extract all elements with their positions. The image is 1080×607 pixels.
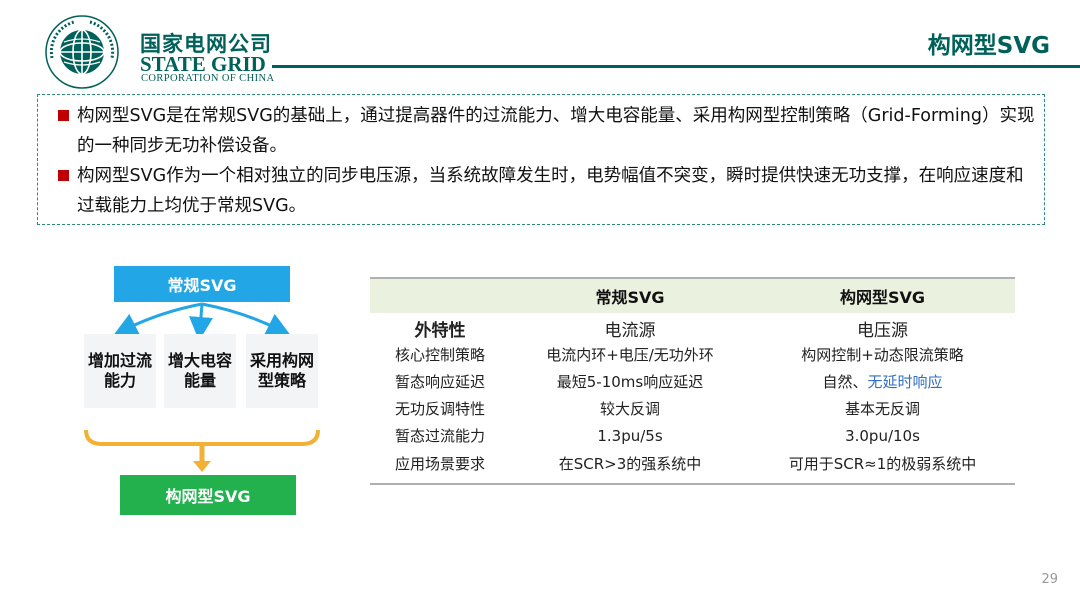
grid-forming-strategy-box: 采用构网型策略 — [246, 334, 318, 408]
bullet-item: 构网型SVG作为一个相对独立的同步电压源，当系统故障发生时，电势幅值不突变，瞬时… — [58, 161, 1038, 221]
table-row: 暂态过流能力 1.3pu/5s 3.0pu/10s — [370, 422, 1015, 449]
cell-text: 自然、 — [822, 373, 868, 391]
increase-capacitor-box: 增大电容能量 — [164, 334, 236, 408]
row-label: 暂态过流能力 — [394, 427, 485, 445]
page-title: 构网型SVG — [927, 33, 1050, 59]
bullet-item: 构网型SVG是在常规SVG的基础上，通过提高器件的过流能力、增大电容能量、采用构… — [58, 101, 1038, 161]
cell-grid-forming: 自然、无延时响应 — [750, 368, 1015, 395]
cell-conventional: 最短5-10ms响应延迟 — [556, 373, 704, 391]
brand-subtitle: CORPORATION OF CHINA — [141, 73, 275, 84]
cell-grid-forming: 构网控制+动态限流策略 — [801, 346, 964, 364]
row-label: 无功反调特性 — [394, 400, 485, 418]
bullet-text: 构网型SVG作为一个相对独立的同步电压源，当系统故障发生时，电势幅值不突变，瞬时… — [77, 166, 1024, 216]
svg-upgrade-diagram: 常规SVG 增加过流能力 增大电容能量 采用构网型策略 构网型SVG — [80, 262, 340, 522]
table-row: 外特性 电流源 电压源 — [370, 313, 1015, 341]
cell-grid-forming: 基本无反调 — [844, 400, 920, 418]
row-label: 暂态响应延迟 — [394, 373, 485, 391]
state-grid-logo — [44, 14, 120, 90]
bullet-text: 构网型SVG是在常规SVG的基础上，通过提高器件的过流能力、增大电容能量、采用构… — [77, 106, 1035, 156]
table-row: 无功反调特性 较大反调 基本无反调 — [370, 395, 1015, 422]
conventional-svg-box: 常规SVG — [114, 266, 290, 302]
merge-bracket — [84, 429, 320, 472]
grid-forming-svg-box: 构网型SVG — [120, 475, 296, 515]
cell-grid-forming: 3.0pu/10s — [845, 426, 920, 445]
increase-overcurrent-box: 增加过流能力 — [84, 334, 156, 408]
square-bullet-icon — [58, 110, 69, 121]
row-label: 外特性 — [414, 320, 466, 341]
header-cell-empty — [370, 277, 510, 313]
cell-conventional: 电流源 — [604, 320, 656, 341]
cell-conventional: 在SCR>3的强系统中 — [510, 449, 750, 485]
cell-conventional: 1.3pu/5s — [597, 426, 663, 445]
cell-conventional: 较大反调 — [599, 400, 660, 418]
table-header-row: 常规SVG 构网型SVG — [370, 277, 1015, 313]
table-row: 应用场景要求 在SCR>3的强系统中 可用于SCR≈1的极弱系统中 — [370, 449, 1015, 485]
square-bullet-icon — [58, 170, 69, 181]
cell-grid-forming: 电压源 — [857, 320, 908, 341]
cell-conventional: 电流内环+电压/无功外环 — [546, 346, 714, 364]
branch-arrows — [113, 302, 291, 341]
cell-highlight: 无延时响应 — [867, 373, 943, 391]
header-divider — [272, 65, 1080, 68]
cell-grid-forming: 可用于SCR≈1的极弱系统中 — [750, 449, 1015, 485]
header-cell-conventional: 常规SVG — [510, 277, 750, 313]
row-label: 应用场景要求 — [370, 449, 510, 485]
header-cell-grid-forming: 构网型SVG — [750, 277, 1015, 313]
intro-box: 构网型SVG是在常规SVG的基础上，通过提高器件的过流能力、增大电容能量、采用构… — [37, 94, 1045, 225]
page-number: 29 — [1041, 572, 1058, 587]
table-row: 暂态响应延迟 最短5-10ms响应延迟 自然、无延时响应 — [370, 368, 1015, 395]
row-label: 核心控制策略 — [394, 346, 485, 364]
comparison-table: 常规SVG 构网型SVG 外特性 电流源 电压源 核心控制策略 电流内环+电压/… — [370, 277, 1015, 485]
table-row: 核心控制策略 电流内环+电压/无功外环 构网控制+动态限流策略 — [370, 341, 1015, 368]
